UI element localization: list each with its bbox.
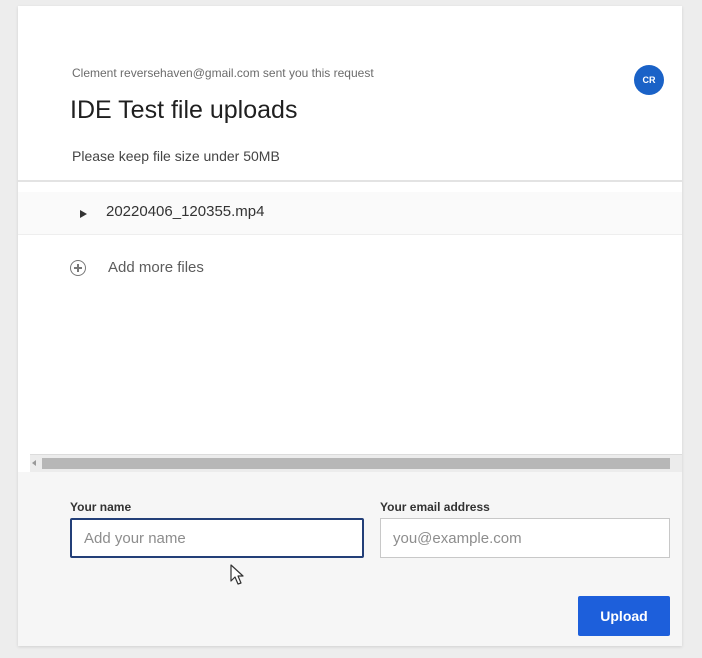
upload-button[interactable]: Upload xyxy=(578,596,670,636)
scroll-left-arrow-icon[interactable] xyxy=(32,460,36,466)
play-icon[interactable] xyxy=(80,210,87,218)
file-list: 20220406_120355.mp4 Add more files xyxy=(18,182,682,454)
page-subtitle: Please keep file size under 50MB xyxy=(72,148,280,164)
add-more-files-label: Add more files xyxy=(108,259,204,276)
sender-text: Clement reversehaven@gmail.com sent you … xyxy=(72,66,374,80)
scroll-thumb[interactable] xyxy=(42,458,670,469)
name-label: Your name xyxy=(70,500,132,514)
file-name: 20220406_120355.mp4 xyxy=(106,203,265,220)
add-circle-icon xyxy=(70,260,86,276)
email-input[interactable] xyxy=(380,518,670,558)
file-request-card: Clement reversehaven@gmail.com sent you … xyxy=(18,6,682,646)
email-label: Your email address xyxy=(380,500,490,514)
horizontal-scrollbar[interactable] xyxy=(30,454,682,474)
file-item[interactable]: 20220406_120355.mp4 xyxy=(18,192,682,235)
request-header: Clement reversehaven@gmail.com sent you … xyxy=(18,6,682,180)
page-title: IDE Test file uploads xyxy=(70,96,298,124)
avatar[interactable]: CR xyxy=(634,65,664,95)
sender-form: Your name Your email address Upload xyxy=(18,472,682,646)
cursor-icon xyxy=(230,564,244,585)
name-input[interactable] xyxy=(70,518,364,558)
